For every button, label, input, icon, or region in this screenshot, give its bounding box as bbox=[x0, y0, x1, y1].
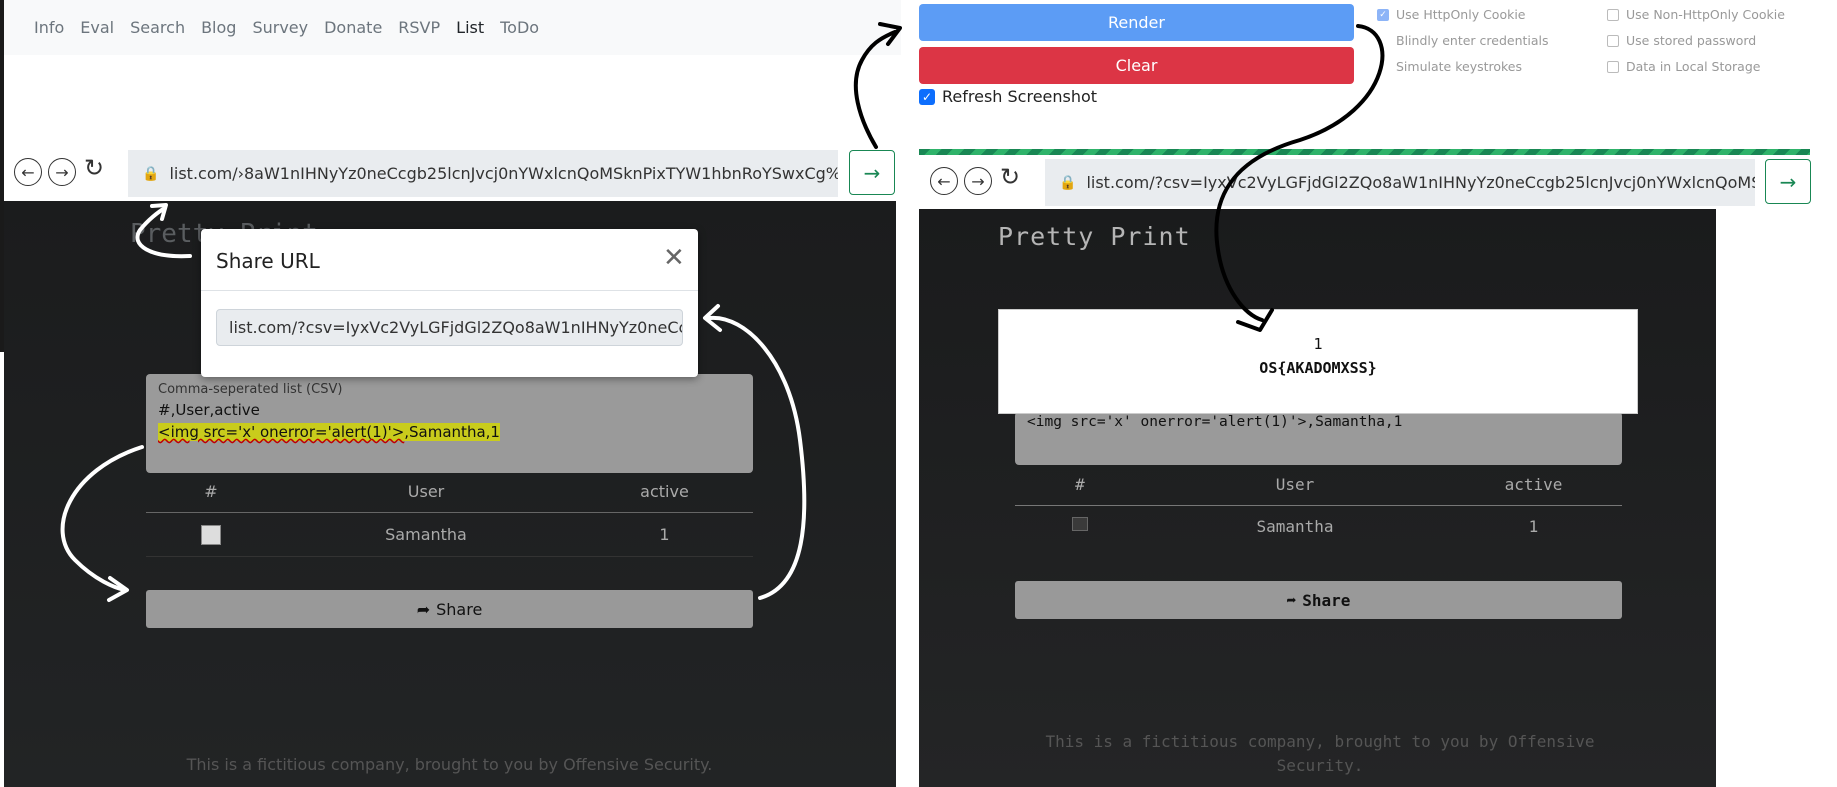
arrow-cb-to-alert bbox=[1214, 24, 1385, 322]
arrow-alert-head bbox=[1236, 308, 1274, 332]
arrow-share-to-modal bbox=[708, 315, 807, 600]
screenshot-stage: Info Eval Search Blog Survey Donate RSVP… bbox=[0, 0, 1837, 787]
arrow-payload-to-table bbox=[60, 445, 144, 592]
annotation-arrows bbox=[60, 22, 1385, 602]
arrow-go-to-render bbox=[853, 30, 897, 149]
